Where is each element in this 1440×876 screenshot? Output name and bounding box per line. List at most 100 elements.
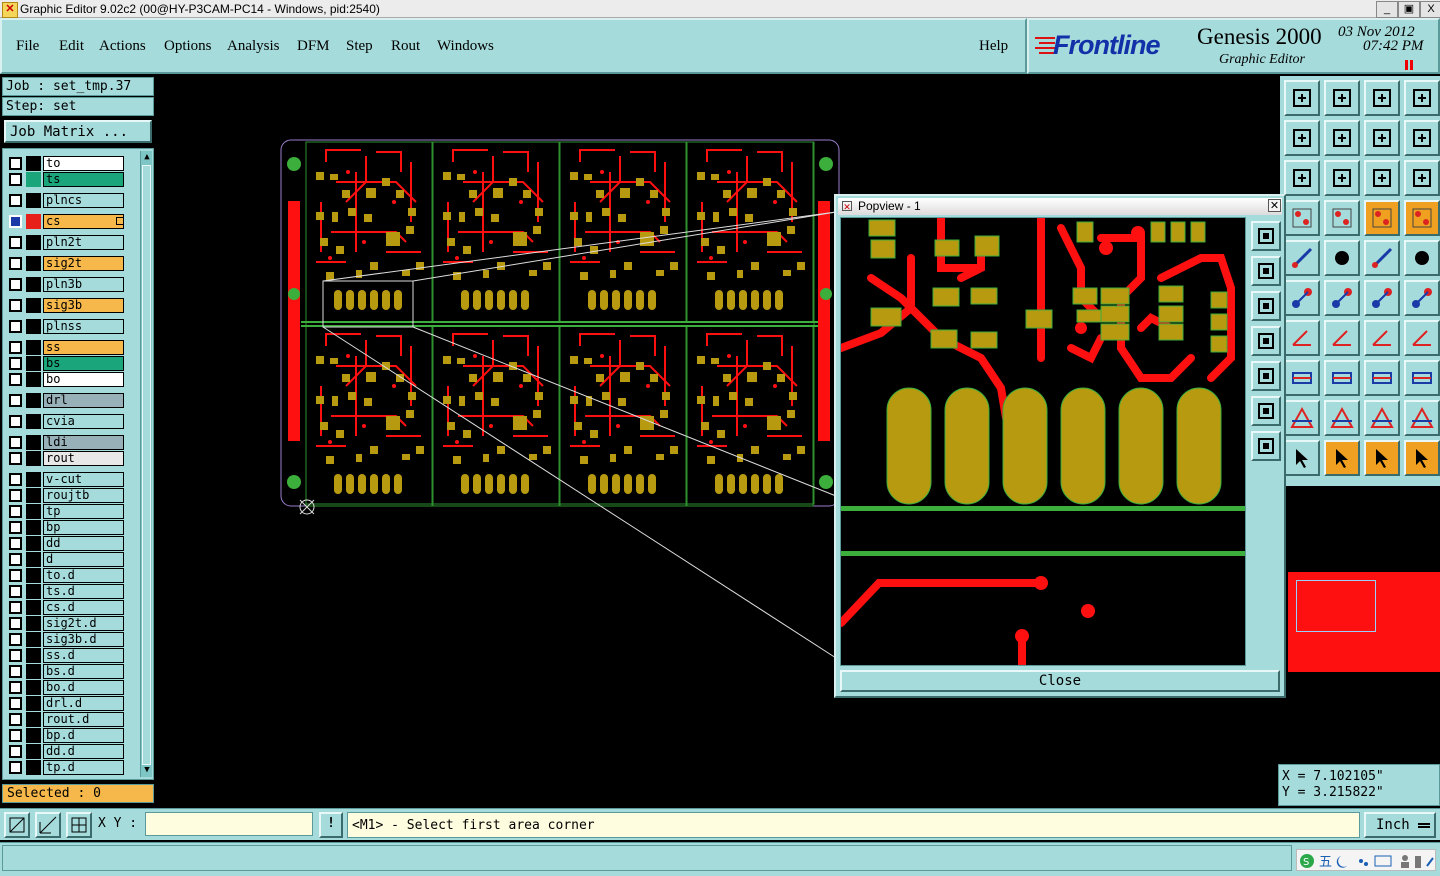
layer-name[interactable]: drl [43, 393, 124, 408]
transform-icon[interactable] [1284, 360, 1320, 396]
pv-prev-icon[interactable] [1251, 326, 1281, 356]
cross-pad-icon[interactable] [1324, 280, 1360, 316]
layer-color-swatch[interactable] [26, 584, 41, 599]
xy-input[interactable] [145, 812, 313, 836]
layer-row-tp-d[interactable]: tp.d [7, 760, 127, 775]
layer-color-swatch[interactable] [26, 760, 41, 775]
layer-row-ldi[interactable]: ldi [7, 435, 127, 450]
layer-row-sig2t[interactable]: sig2t [7, 256, 127, 271]
fit-view-icon[interactable] [1284, 160, 1320, 196]
layer-row-d[interactable]: d [7, 552, 127, 567]
layer-checkbox[interactable] [9, 215, 22, 228]
layer-row-cvia[interactable]: cvia [7, 414, 127, 429]
layer-name[interactable]: plnss [43, 319, 124, 334]
home-icon[interactable] [1364, 80, 1400, 116]
pointer-active-icon[interactable] [1364, 440, 1400, 476]
layer-name[interactable]: rout.d [43, 712, 124, 727]
close-window-button[interactable]: X [1420, 1, 1440, 18]
layer-name[interactable]: sig2t [43, 256, 124, 271]
layer-name[interactable]: ts.d [43, 584, 124, 599]
open-step-icon[interactable] [1284, 80, 1320, 116]
layer-row-to[interactable]: to [7, 156, 127, 171]
arrow-via-icon[interactable] [1404, 280, 1440, 316]
triangle-icon[interactable] [1284, 400, 1320, 436]
layer-checkbox[interactable] [9, 373, 22, 386]
layer-row-dd-d[interactable]: dd.d [7, 744, 127, 759]
grid-icon[interactable] [66, 812, 92, 838]
layer-checkbox[interactable] [9, 278, 22, 291]
layer-checkbox[interactable] [9, 569, 22, 582]
layer-row-ts-d[interactable]: ts.d [7, 584, 127, 599]
layer-color-swatch[interactable] [26, 600, 41, 615]
layer-color-swatch[interactable] [26, 488, 41, 503]
layer-checkbox[interactable] [9, 415, 22, 428]
layer-color-swatch[interactable] [26, 356, 41, 371]
layer-color-swatch[interactable] [26, 277, 41, 292]
layer-name[interactable]: ss [43, 340, 124, 355]
dot-icon[interactable] [1404, 240, 1440, 276]
layer-name[interactable]: bs [43, 356, 124, 371]
layer-color-swatch[interactable] [26, 372, 41, 387]
connect-icon[interactable] [1284, 280, 1320, 316]
pv-expand-icon[interactable] [1251, 396, 1281, 426]
snap-mode-icon[interactable] [4, 812, 30, 838]
pv-zoom-out-icon[interactable] [1251, 291, 1281, 321]
layer-row-bs-d[interactable]: bs.d [7, 664, 127, 679]
layer-name[interactable]: bo [43, 372, 124, 387]
pan-center-icon[interactable] [1324, 160, 1360, 196]
pad-icon[interactable] [1284, 240, 1320, 276]
layer-checkbox[interactable] [9, 299, 22, 312]
snap-red-icon[interactable] [1364, 200, 1400, 236]
bang-button[interactable]: ! [319, 812, 343, 838]
layer-row-to-d[interactable]: to.d [7, 568, 127, 583]
layer-name[interactable]: dd.d [43, 744, 124, 759]
layer-color-swatch[interactable] [26, 393, 41, 408]
layer-checkbox[interactable] [9, 505, 22, 518]
layer-name[interactable]: pln2t [43, 235, 124, 250]
layer-checkbox[interactable] [9, 681, 22, 694]
rotate-icon[interactable] [1364, 320, 1400, 356]
layer-name[interactable]: to [43, 156, 124, 171]
layer-name[interactable]: cs.d [43, 600, 124, 615]
layer-checkbox[interactable] [9, 194, 22, 207]
layer-color-swatch[interactable] [26, 664, 41, 679]
overview-viewport[interactable] [1296, 580, 1376, 632]
menu-windows[interactable]: Windows [437, 38, 494, 55]
layer-row-pln3b[interactable]: pln3b [7, 277, 127, 292]
help-icon[interactable] [1404, 160, 1440, 196]
layer-color-swatch[interactable] [26, 172, 41, 187]
layer-row-cs-d[interactable]: cs.d [7, 600, 127, 615]
layer-checkbox[interactable] [9, 601, 22, 614]
layer-name[interactable]: sig2t.d [43, 616, 124, 631]
layer-row-plncs[interactable]: plncs [7, 193, 127, 208]
maximize-button[interactable]: ▣ [1398, 1, 1420, 18]
layer-name[interactable]: v-cut [43, 472, 124, 487]
layer-row-sig3b[interactable]: sig3b [7, 298, 127, 313]
layer-color-swatch[interactable] [26, 744, 41, 759]
group-icon[interactable] [1404, 360, 1440, 396]
layer-checkbox[interactable] [9, 745, 22, 758]
layer-row-dd[interactable]: dd [7, 536, 127, 551]
pv-zoom-fit-icon[interactable] [1251, 221, 1281, 251]
layer-row-sig3b-d[interactable]: sig3b.d [7, 632, 127, 647]
menu-help[interactable]: Help [979, 38, 1008, 55]
menu-edit[interactable]: Edit [59, 38, 84, 55]
layer-checkbox[interactable] [9, 394, 22, 407]
menu-rout[interactable]: Rout [391, 38, 420, 55]
layer-row-ss[interactable]: ss [7, 340, 127, 355]
layer-row-v-cut[interactable]: v-cut [7, 472, 127, 487]
measure-icon[interactable] [1364, 360, 1400, 396]
layer-row-sig2t-d[interactable]: sig2t.d [7, 616, 127, 631]
layer-name[interactable]: roujtb [43, 488, 124, 503]
layer-row-drl-d[interactable]: drl.d [7, 696, 127, 711]
layer-row-bs[interactable]: bs [7, 356, 127, 371]
layer-color-swatch[interactable] [26, 193, 41, 208]
layer-row-bo-d[interactable]: bo.d [7, 680, 127, 695]
zoom-out-icon[interactable] [1324, 120, 1360, 156]
layer-checkbox[interactable] [9, 357, 22, 370]
pointer-select-icon[interactable] [1324, 440, 1360, 476]
layer-color-swatch[interactable] [26, 728, 41, 743]
layer-checkbox[interactable] [9, 452, 22, 465]
ruler-icon[interactable] [1364, 240, 1400, 276]
layer-row-drl[interactable]: drl [7, 393, 127, 408]
